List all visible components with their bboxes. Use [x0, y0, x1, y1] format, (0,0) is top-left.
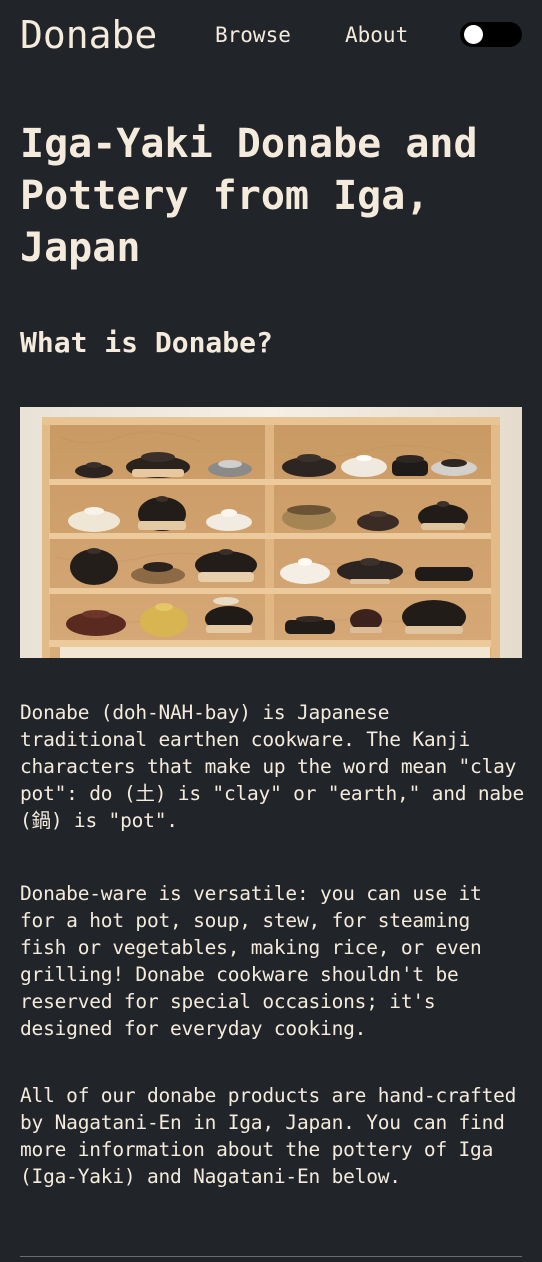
theme-toggle[interactable] [460, 22, 522, 47]
paragraph-donabe-versatility: Donabe-ware is versatile: you can use it… [20, 882, 482, 1040]
section-divider [20, 1256, 522, 1257]
brand-logo-link[interactable]: Donabe [20, 12, 157, 58]
donabe-shelf-illustration [20, 407, 522, 658]
toggle-knob [464, 25, 483, 44]
page-title: Iga-Yaki Donabe and Pottery from Iga, Ja… [20, 121, 478, 271]
navbar: Donabe Browse About [0, 0, 542, 70]
paragraph-nagatani-en: All of our donabe products are hand-craf… [20, 1084, 517, 1188]
donabe-shelf-image [20, 407, 522, 658]
nav-link-about[interactable]: About [345, 21, 408, 49]
paragraph-donabe-definition: Donabe (doh-NAH-bay) is Japanese traditi… [20, 701, 524, 832]
section-heading-what-is-donabe: What is Donabe? [20, 326, 273, 359]
nav-link-browse[interactable]: Browse [215, 21, 291, 49]
